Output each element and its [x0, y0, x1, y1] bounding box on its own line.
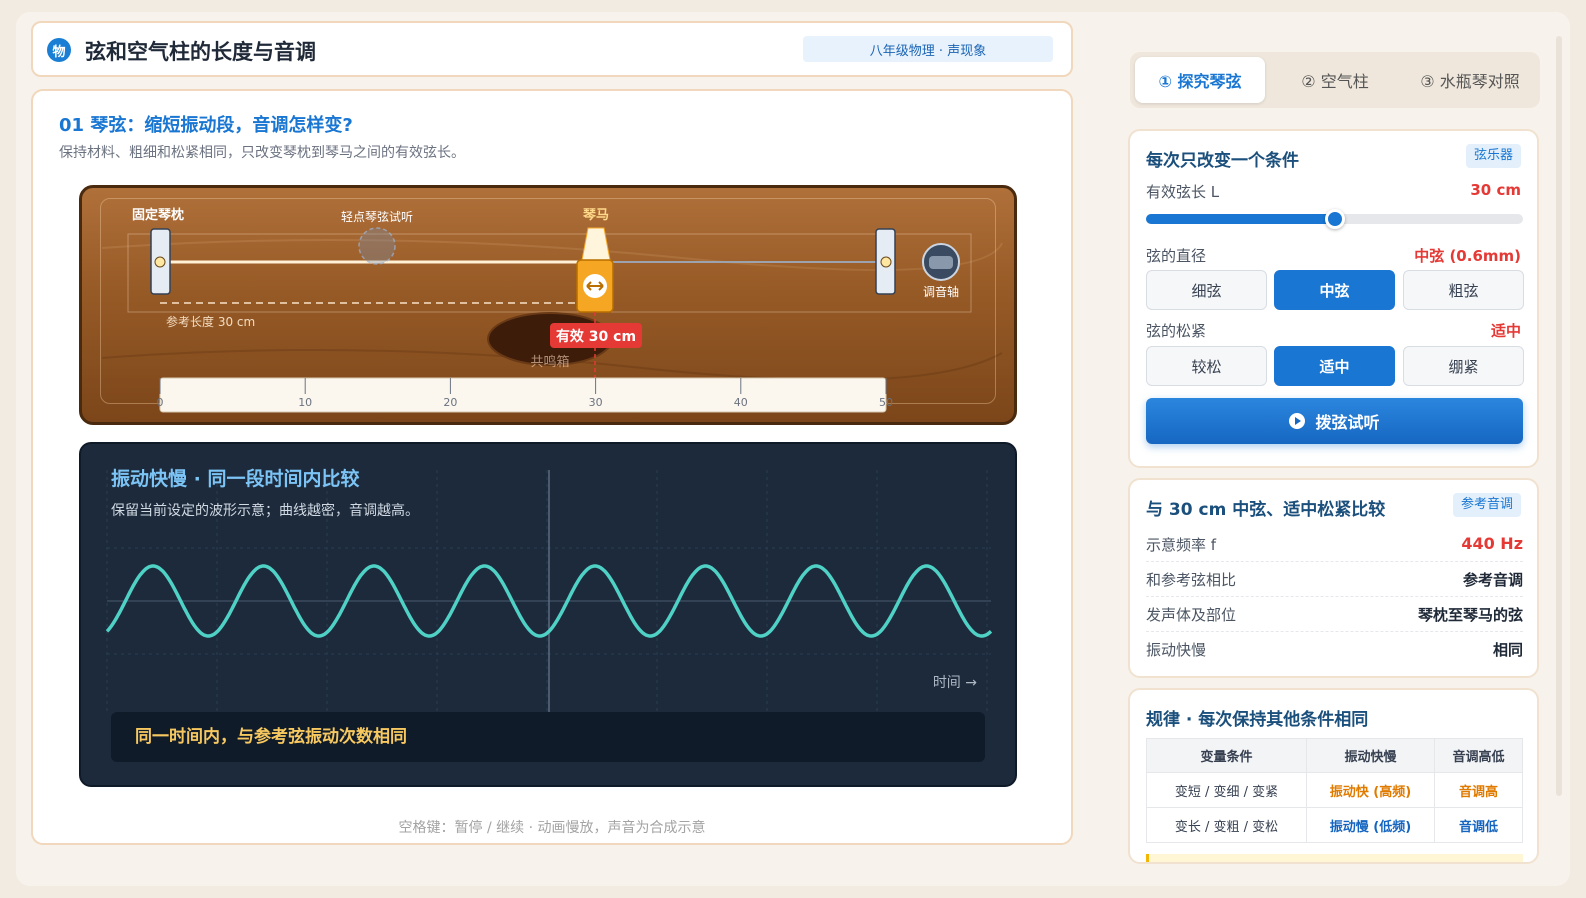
- physics-logo-icon: 物: [47, 38, 71, 62]
- relative-pitch-label: 和参考弦相比: [1146, 571, 1237, 589]
- rules-table: 变量条件 振动快慢 音调高低 变短 / 变细 / 变紧 振动快 (高频) 音调高…: [1146, 738, 1523, 843]
- rules-cell: 音调低: [1434, 807, 1523, 843]
- vibration-speed-label: 振动快慢: [1146, 641, 1207, 659]
- rules-header-row: 变量条件 振动快慢 音调高低: [1146, 738, 1523, 773]
- tuner-knob-face: [929, 256, 953, 269]
- rules-col-condition: 变量条件: [1146, 738, 1307, 773]
- bridge-label: 琴马: [583, 207, 609, 223]
- tap-target[interactable]: [358, 227, 396, 265]
- soundbox-label: 共鸣箱: [530, 354, 569, 370]
- diameter-thin-button[interactable]: 细弦: [1146, 270, 1267, 310]
- controls-title: 每次只改变一个条件: [1146, 151, 1299, 171]
- wave-subtitle: 保留当前设定的波形示意；曲线越密，音调越高。: [111, 503, 419, 519]
- comparison-title: 与 30 cm 中弦、适中松紧比较: [1146, 500, 1386, 520]
- ruler-tick-label: 10: [298, 396, 312, 409]
- instrument-drawing: 参考长度 30 cm 共鸣箱 固定琴枕 轻点琴弦试听 调音轴 琴马 有效 30 …: [101, 207, 1003, 413]
- rules-col-pitch: 音调高低: [1434, 738, 1523, 773]
- tab-water-bottles[interactable]: ③ 水瓶琴对照: [1405, 57, 1535, 103]
- tab-string[interactable]: ① 探究琴弦: [1135, 57, 1265, 103]
- section-title: 01 琴弦：缩短振动段，音调怎样变?: [59, 115, 353, 136]
- page-title: 弦和空气柱的长度与音调: [85, 40, 316, 64]
- pluck-button-label: 拨弦试听: [1315, 413, 1380, 432]
- time-axis-label: 时间 →: [932, 675, 977, 691]
- length-value: 30 cm: [1470, 181, 1521, 199]
- reference-length-label: 参考长度 30 cm: [166, 314, 255, 329]
- nut-label: 固定琴枕: [132, 207, 184, 223]
- grade-badge: 八年级物理 · 声现象: [803, 36, 1053, 62]
- tap-target-label: 轻点琴弦试听: [341, 209, 413, 224]
- rules-cell: 变长 / 变粗 / 变松: [1146, 807, 1307, 843]
- rules-title: 规律 · 每次保持其他条件相同: [1146, 710, 1369, 730]
- frequency-value: 440 Hz: [1461, 534, 1523, 553]
- sound-source-label: 发声体及部位: [1146, 606, 1237, 624]
- frequency-row: 示意频率 f 440 Hz: [1146, 527, 1523, 562]
- ruler-tick-label: 30: [589, 396, 603, 409]
- length-label: 有效弦长 L: [1146, 183, 1220, 201]
- length-slider-fill: [1146, 214, 1335, 224]
- effective-length-tag: 有效 30 cm: [556, 328, 636, 345]
- tension-label: 弦的松紧: [1146, 322, 1207, 340]
- end-pin: [880, 256, 892, 268]
- string-instrument: 参考长度 30 cm 共鸣箱 固定琴枕 轻点琴弦试听 调音轴 琴马 有效 30 …: [79, 185, 1017, 425]
- length-slider-handle[interactable]: [1324, 209, 1345, 229]
- tension-loose-button[interactable]: 较松: [1146, 346, 1267, 386]
- section-subtitle: 保持材料、粗细和松紧相同，只改变琴枕到琴马之间的有效弦长。: [59, 145, 465, 161]
- rules-cell: 振动慢 (低频): [1306, 807, 1435, 843]
- ruler-tick-label: 40: [734, 396, 748, 409]
- vibration-speed-row: 振动快慢 相同: [1146, 632, 1523, 667]
- string-region-outline: [127, 233, 972, 313]
- right-panel-scrollbar[interactable]: [1556, 36, 1562, 796]
- ruler-tick-label: 20: [443, 396, 457, 409]
- tension-tight-button[interactable]: 绷紧: [1403, 346, 1524, 386]
- ruler-tick-label: 50: [879, 396, 893, 409]
- rules-cell: 振动快 (高频): [1306, 772, 1435, 808]
- pluck-button[interactable]: 拨弦试听: [1146, 398, 1523, 444]
- page-header: 物 弦和空气柱的长度与音调 八年级物理 · 声现象: [31, 21, 1073, 77]
- relative-pitch-value: 参考音调: [1462, 571, 1523, 589]
- diameter-thick-button[interactable]: 粗弦: [1403, 270, 1524, 310]
- play-icon: [1289, 413, 1306, 429]
- wave-panel: 振动快慢 · 同一段时间内比较 保留当前设定的波形示意；曲线越密，音调越高。 时…: [79, 442, 1017, 787]
- length-slider[interactable]: [1146, 209, 1523, 229]
- reference-pitch-tag: 参考音调: [1452, 493, 1521, 517]
- tab-air-column[interactable]: ② 空气柱: [1270, 57, 1400, 103]
- rules-cell: 音调高: [1434, 772, 1523, 808]
- main-card: 01 琴弦：缩短振动段，音调怎样变? 保持材料、粗细和松紧相同，只改变琴枕到琴马…: [31, 89, 1073, 845]
- rules-note-strip: [1146, 854, 1523, 862]
- diameter-medium-button[interactable]: 中弦: [1274, 270, 1395, 310]
- diameter-label: 弦的直径: [1146, 247, 1207, 265]
- comparison-card: 与 30 cm 中弦、适中松紧比较 参考音调 示意频率 f 440 Hz 和参考…: [1128, 478, 1539, 678]
- controls-card: 每次只改变一个条件 弦乐器 有效弦长 L 30 cm 弦的直径 中弦 (0.6m…: [1128, 129, 1539, 468]
- tension-medium-button[interactable]: 适中: [1274, 346, 1395, 386]
- rules-cell: 变短 / 变细 / 变紧: [1146, 772, 1307, 808]
- instrument-type-tag: 弦乐器: [1465, 144, 1521, 168]
- tension-value: 适中: [1490, 322, 1521, 340]
- diameter-value: 中弦 (0.6mm): [1414, 247, 1521, 265]
- nut-pin: [154, 256, 166, 268]
- rules-card: 规律 · 每次保持其他条件相同 变量条件 振动快慢 音调高低 变短 / 变细 /…: [1128, 688, 1539, 864]
- ruler: [159, 377, 887, 413]
- rules-col-vibration: 振动快慢: [1306, 738, 1435, 773]
- sound-source-row: 发声体及部位 琴枕至琴马的弦: [1146, 597, 1523, 632]
- frequency-label: 示意频率 f: [1146, 536, 1217, 554]
- relative-pitch-row: 和参考弦相比 参考音调: [1146, 562, 1523, 597]
- sound-source-value: 琴枕至琴马的弦: [1417, 606, 1523, 624]
- table-row: 变短 / 变细 / 变紧 振动快 (高频) 音调高: [1146, 772, 1523, 808]
- keyboard-hint: 空格键：暂停 / 继续 · 动画慢放，声音为合成示意: [398, 820, 706, 836]
- wave-title: 振动快慢 · 同一段时间内比较: [111, 468, 360, 490]
- tuner-label: 调音轴: [923, 284, 959, 299]
- vibration-speed-value: 相同: [1492, 641, 1523, 659]
- ruler-tick-label: 0: [157, 396, 164, 409]
- mode-tabs: ① 探究琴弦 ② 空气柱 ③ 水瓶琴对照: [1130, 52, 1540, 108]
- bridge-top: [581, 227, 611, 261]
- table-row: 变长 / 变粗 / 变松 振动慢 (低频) 音调低: [1146, 807, 1523, 843]
- comparison-banner: 同一时间内，与参考弦振动次数相同: [111, 712, 985, 762]
